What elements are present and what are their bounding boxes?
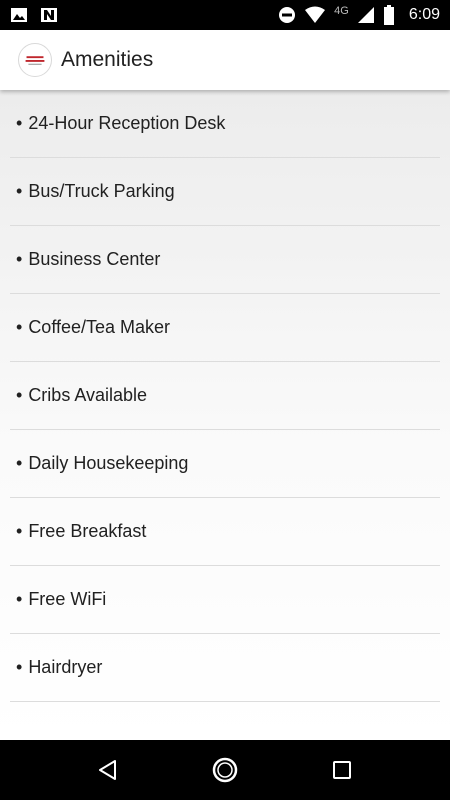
amenity-label: Cribs Available — [28, 385, 148, 405]
app-bar: Amenities — [0, 30, 450, 90]
amenity-label: Free WiFi — [28, 589, 107, 609]
home-icon — [212, 757, 238, 783]
bullet: • — [16, 385, 23, 405]
bullet: • — [16, 249, 23, 269]
list-item: • Cribs Available — [10, 362, 440, 430]
clock: 6:09 — [408, 6, 440, 23]
amenity-label: 24-Hour Reception Desk — [28, 113, 226, 133]
amenity-label: Business Center — [28, 249, 161, 269]
bullet: • — [16, 589, 23, 609]
amenity-label: Daily Housekeeping — [28, 453, 189, 473]
cell-signal-icon — [357, 5, 375, 25]
bullet: • — [16, 453, 23, 473]
amenity-label: Hairdryer — [28, 657, 103, 677]
amenity-label: Coffee/Tea Maker — [28, 317, 171, 337]
list-item: • Daily Housekeeping — [10, 430, 440, 498]
recents-button[interactable] — [322, 750, 362, 790]
list-item: • Hairdryer — [10, 634, 440, 702]
status-bar: 4G 6:09 — [0, 0, 450, 30]
battery-icon — [383, 5, 395, 25]
image-notification-icon — [10, 5, 28, 25]
bullet: • — [16, 317, 23, 337]
list-item: • 24-Hour Reception Desk — [10, 90, 440, 158]
wifi-icon — [304, 5, 326, 25]
n-notification-icon — [40, 5, 58, 25]
navigation-bar — [0, 740, 450, 800]
do-not-disturb-icon — [278, 5, 296, 25]
list-item: • Free Breakfast — [10, 498, 440, 566]
amenities-content[interactable]: • 24-Hour Reception Desk • Bus/Truck Parki… — [0, 90, 450, 740]
amenities-list: • 24-Hour Reception Desk • Bus/Truck Parki… — [0, 90, 450, 702]
list-item: • Coffee/Tea Maker — [10, 294, 440, 362]
network-type-label: 4G — [334, 5, 349, 17]
back-icon — [99, 760, 117, 780]
amenity-label: Bus/Truck Parking — [28, 181, 175, 201]
bullet: • — [16, 113, 23, 133]
bullet: • — [16, 181, 23, 201]
back-button[interactable] — [88, 750, 128, 790]
recents-icon — [332, 761, 351, 779]
list-item: • Business Center — [10, 226, 440, 294]
amenity-label: Free Breakfast — [28, 521, 147, 541]
list-item: • Free WiFi — [10, 566, 440, 634]
bullet: • — [16, 521, 23, 541]
home-button[interactable] — [205, 750, 245, 790]
list-item: • Bus/Truck Parking — [10, 158, 440, 226]
bullet: • — [16, 657, 23, 677]
page-title: Amenities — [61, 48, 154, 71]
hotel-logo — [18, 43, 52, 77]
